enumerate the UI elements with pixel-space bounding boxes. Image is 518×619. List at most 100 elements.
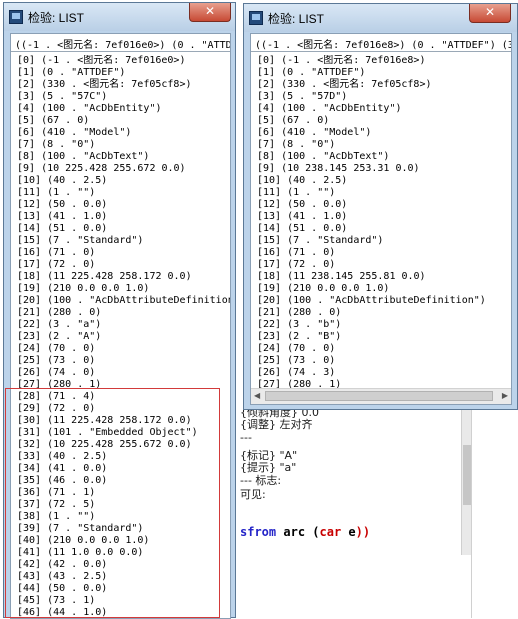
- list-item[interactable]: [42] (42 . 0.0): [11, 559, 230, 571]
- list-item[interactable]: [17] (72 . 0): [251, 259, 511, 271]
- list-item[interactable]: [23] (2 . "A"): [11, 331, 230, 343]
- list-item[interactable]: [4] (100 . "AcDbEntity"): [251, 103, 511, 115]
- close-button[interactable]: ✕: [469, 4, 511, 23]
- entity-header-field[interactable]: ((-1 . <图元名: 7ef016e0>) (0 . "ATTDEF") (…: [11, 34, 230, 52]
- list-item[interactable]: [0] (-1 . <图元名: 7ef016e0>): [11, 55, 230, 67]
- horizontal-scroll-thumb[interactable]: [265, 391, 493, 401]
- list-item[interactable]: [35] (46 . 0.0): [11, 475, 230, 487]
- list-item[interactable]: [27] (280 . 1): [251, 379, 511, 388]
- list-item[interactable]: [15] (7 . "Standard"): [251, 235, 511, 247]
- list-item[interactable]: [7] (8 . "0"): [251, 139, 511, 151]
- console-scroll-thumb[interactable]: [463, 445, 471, 505]
- list-item[interactable]: [0] (-1 . <图元名: 7ef016e8>): [251, 55, 511, 67]
- list-item[interactable]: [12] (50 . 0.0): [251, 199, 511, 211]
- entity-header-field[interactable]: ((-1 . <图元名: 7ef016e8>) (0 . "ATTDEF") (…: [251, 34, 511, 52]
- list-item[interactable]: [3] (5 . "57C"): [11, 91, 230, 103]
- list-item[interactable]: [14] (51 . 0.0): [251, 223, 511, 235]
- console-side-panel: [471, 405, 518, 618]
- scroll-left-icon[interactable]: ◀: [254, 391, 260, 400]
- list-item[interactable]: [21] (280 . 0): [11, 307, 230, 319]
- list-item[interactable]: [5] (67 . 0): [251, 115, 511, 127]
- list-item[interactable]: [41] (11 1.0 0.0 0.0): [11, 547, 230, 559]
- list-item[interactable]: [1] (0 . "ATTDEF"): [11, 67, 230, 79]
- list-item[interactable]: [25] (73 . 0): [251, 355, 511, 367]
- list-item[interactable]: [10] (40 . 2.5): [251, 175, 511, 187]
- list-item[interactable]: [44] (50 . 0.0): [11, 583, 230, 595]
- list-item[interactable]: [13] (41 . 1.0): [251, 211, 511, 223]
- list-item[interactable]: [14] (51 . 0.0): [11, 223, 230, 235]
- list-item[interactable]: [24] (70 . 0): [11, 343, 230, 355]
- close-button[interactable]: ✕: [189, 3, 231, 22]
- list-item[interactable]: [20] (100 . "AcDbAttributeDefinition"): [251, 295, 511, 307]
- list-item[interactable]: [19] (210 0.0 0.0 1.0): [251, 283, 511, 295]
- list-item[interactable]: [33] (40 . 2.5): [11, 451, 230, 463]
- list-item[interactable]: [5] (67 . 0): [11, 115, 230, 127]
- list-item[interactable]: [12] (50 . 0.0): [11, 199, 230, 211]
- list-item[interactable]: [10] (40 . 2.5): [11, 175, 230, 187]
- list-item[interactable]: [1] (0 . "ATTDEF"): [251, 67, 511, 79]
- list-item[interactable]: [38] (1 . ""): [11, 511, 230, 523]
- list-item[interactable]: [18] (11 238.145 255.81 0.0): [251, 271, 511, 283]
- scroll-right-icon[interactable]: ▶: [502, 391, 508, 400]
- list-item[interactable]: [2] (330 . <图元名: 7ef05cf8>): [251, 79, 511, 91]
- list-item[interactable]: [25] (73 . 0): [11, 355, 230, 367]
- list-item[interactable]: [21] (280 . 0): [251, 307, 511, 319]
- list-item[interactable]: [31] (101 . "Embedded Object"): [11, 427, 230, 439]
- list-item[interactable]: [7] (8 . "0"): [11, 139, 230, 151]
- list-item[interactable]: [6] (410 . "Model"): [11, 127, 230, 139]
- list-item[interactable]: [9] (10 225.428 255.672 0.0): [11, 163, 230, 175]
- console-line: {调整} 左对齐: [240, 418, 313, 431]
- list-window-left: 检验: LIST ✕ ((-1 . <图元名: 7ef016e0>) (0 . …: [3, 2, 236, 619]
- code-keyword: from: [247, 525, 277, 539]
- app-icon: [9, 10, 23, 24]
- list-item[interactable]: [8] (100 . "AcDbText"): [11, 151, 230, 163]
- list-item[interactable]: [34] (41 . 0.0): [11, 463, 230, 475]
- list-item[interactable]: [29] (72 . 0): [11, 403, 230, 415]
- list-item[interactable]: [9] (10 238.145 253.31 0.0): [251, 163, 511, 175]
- console-line: ---: [240, 431, 252, 444]
- list-item[interactable]: [19] (210 0.0 0.0 1.0): [11, 283, 230, 295]
- list-item[interactable]: [3] (5 . "57D"): [251, 91, 511, 103]
- list-item[interactable]: [18] (11 225.428 258.172 0.0): [11, 271, 230, 283]
- list-item[interactable]: [28] (71 . 4): [11, 391, 230, 403]
- list-item[interactable]: [15] (7 . "Standard"): [11, 235, 230, 247]
- code-line[interactable]: sfrom arc (car e)): [240, 525, 370, 539]
- list-item[interactable]: [32] (10 225.428 255.672 0.0): [11, 439, 230, 451]
- list-item[interactable]: [30] (11 225.428 258.172 0.0): [11, 415, 230, 427]
- list-item[interactable]: [16] (71 . 0): [251, 247, 511, 259]
- entity-header-text: ((-1 . <图元名: 7ef016e0>) (0 . "ATTDEF") (…: [15, 40, 230, 51]
- list-item[interactable]: [45] (73 . 1): [11, 595, 230, 607]
- list-panel: ((-1 . <图元名: 7ef016e8>) (0 . "ATTDEF") (…: [250, 33, 512, 405]
- console-line: --- 标志:: [240, 474, 282, 487]
- list-item[interactable]: [2] (330 . <图元名: 7ef05cf8>): [11, 79, 230, 91]
- dxf-list[interactable]: [0] (-1 . <图元名: 7ef016e8>) [1] (0 . "ATTD…: [251, 55, 511, 388]
- list-item[interactable]: [24] (70 . 0): [251, 343, 511, 355]
- list-item[interactable]: [43] (43 . 2.5): [11, 571, 230, 583]
- list-item[interactable]: [26] (74 . 3): [251, 367, 511, 379]
- list-item[interactable]: [16] (71 . 0): [11, 247, 230, 259]
- list-item[interactable]: [39] (7 . "Standard"): [11, 523, 230, 535]
- list-item[interactable]: [11] (1 . ""): [11, 187, 230, 199]
- list-item[interactable]: [6] (410 . "Model"): [251, 127, 511, 139]
- list-item[interactable]: [23] (2 . "B"): [251, 331, 511, 343]
- list-item[interactable]: [22] (3 . "a"): [11, 319, 230, 331]
- list-item[interactable]: [4] (100 . "AcDbEntity"): [11, 103, 230, 115]
- list-item[interactable]: [26] (74 . 0): [11, 367, 230, 379]
- dxf-list[interactable]: [0] (-1 . <图元名: 7ef016e0>) [1] (0 . "ATTD…: [11, 55, 230, 618]
- title-bar[interactable]: 检验: LIST ✕: [4, 3, 235, 31]
- list-item[interactable]: [8] (100 . "AcDbText"): [251, 151, 511, 163]
- list-item[interactable]: [37] (72 . 5): [11, 499, 230, 511]
- horizontal-scrollbar[interactable]: ◀ ▶: [251, 388, 511, 404]
- list-window-right: 检验: LIST ✕ ((-1 . <图元名: 7ef016e8>) (0 . …: [243, 3, 518, 410]
- list-item[interactable]: [27] (280 . 1): [11, 379, 230, 391]
- list-item[interactable]: [11] (1 . ""): [251, 187, 511, 199]
- list-panel: ((-1 . <图元名: 7ef016e0>) (0 . "ATTDEF") (…: [10, 33, 231, 619]
- title-bar[interactable]: 检验: LIST ✕: [244, 4, 517, 32]
- list-item[interactable]: [36] (71 . 1): [11, 487, 230, 499]
- list-item[interactable]: [13] (41 . 1.0): [11, 211, 230, 223]
- list-item[interactable]: [20] (100 . "AcDbAttributeDefinition"): [11, 295, 230, 307]
- list-item[interactable]: [46] (44 . 1.0): [11, 607, 230, 618]
- list-item[interactable]: [17] (72 . 0): [11, 259, 230, 271]
- list-item[interactable]: [40] (210 0.0 0.0 1.0): [11, 535, 230, 547]
- list-item[interactable]: [22] (3 . "b"): [251, 319, 511, 331]
